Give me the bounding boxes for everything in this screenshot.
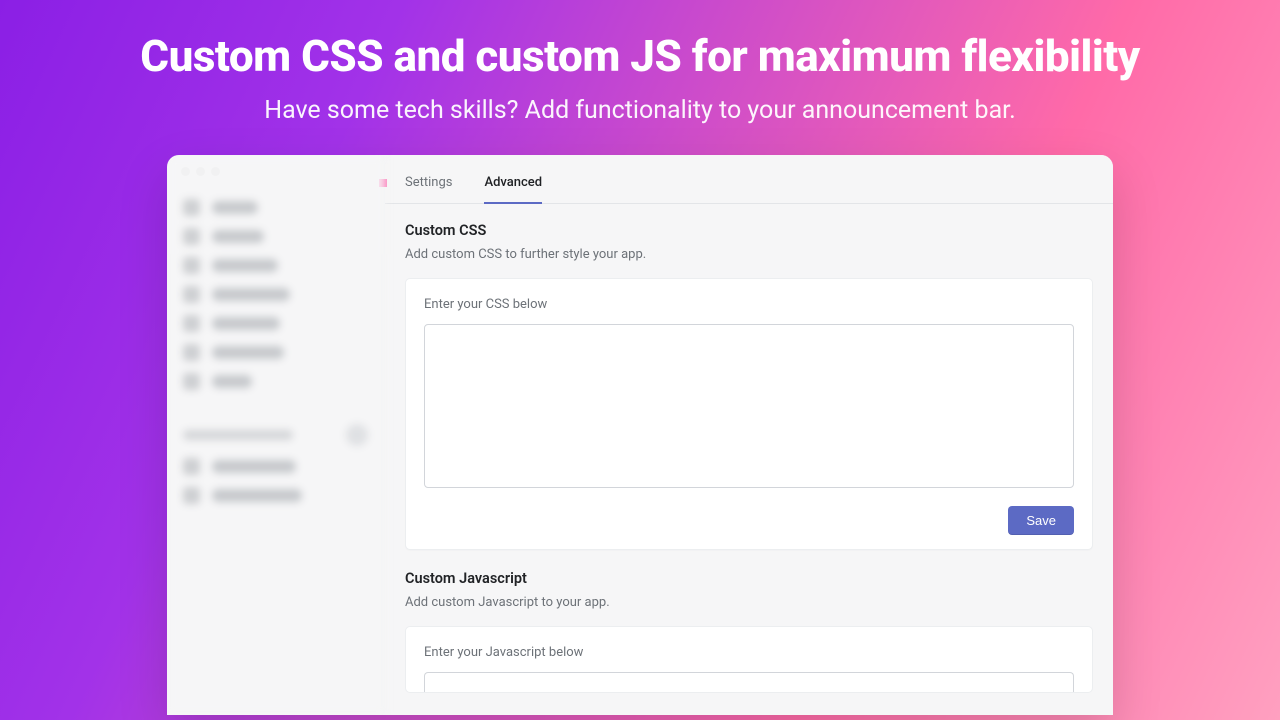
app-window: Settings Advanced Custom CSS Add custom … [167, 155, 1113, 715]
save-button[interactable]: Save [1008, 506, 1074, 535]
sidebar-item[interactable] [167, 309, 384, 338]
nav-icon [183, 228, 200, 245]
nav-icon [183, 344, 200, 361]
sidebar-item-label [212, 201, 258, 214]
css-card: Enter your CSS below Save [405, 278, 1093, 550]
tabs: Settings Advanced [385, 155, 1113, 204]
nav-icon [183, 257, 200, 274]
js-textarea[interactable] [424, 672, 1074, 692]
tab-advanced[interactable]: Advanced [484, 175, 542, 204]
sidebar-item[interactable] [167, 280, 384, 309]
js-card: Enter your Javascript below [405, 626, 1093, 693]
sidebar-item-label [212, 460, 296, 473]
nav-icon [183, 199, 200, 216]
sidebar [167, 155, 385, 715]
sidebar-section-label [183, 430, 293, 440]
sidebar-item-label [212, 489, 302, 502]
sidebar-item-label [212, 317, 280, 330]
sidebar-item-label [212, 346, 284, 359]
sidebar-item[interactable] [167, 222, 384, 251]
sidebar-item-label [212, 230, 264, 243]
nav-icon [183, 487, 200, 504]
custom-css-section: Custom CSS Add custom CSS to further sty… [385, 204, 1113, 550]
js-input-label: Enter your Javascript below [424, 645, 1074, 660]
sidebar-section-header [167, 418, 384, 452]
css-input-label: Enter your CSS below [424, 297, 1074, 312]
nav-icon [183, 373, 200, 390]
sidebar-item[interactable] [167, 251, 384, 280]
hero-subtitle: Have some tech skills? Add functionality… [264, 96, 1016, 125]
section-title: Custom Javascript [405, 570, 1093, 587]
sidebar-item[interactable] [167, 367, 384, 396]
hero-title: Custom CSS and custom JS for maximum fle… [140, 30, 1140, 82]
section-desc: Add custom Javascript to your app. [405, 595, 1093, 610]
section-title: Custom CSS [405, 222, 1093, 239]
sidebar-item-label [212, 259, 278, 272]
custom-js-section: Custom Javascript Add custom Javascript … [385, 550, 1113, 693]
nav-icon [183, 286, 200, 303]
section-desc: Add custom CSS to further style your app… [405, 247, 1093, 262]
css-textarea[interactable] [424, 324, 1074, 488]
tab-settings[interactable]: Settings [405, 175, 452, 203]
nav-icon [183, 315, 200, 332]
sidebar-item[interactable] [167, 193, 384, 222]
main-panel: Settings Advanced Custom CSS Add custom … [385, 155, 1113, 715]
sidebar-item-label [212, 375, 252, 388]
sidebar-item-label [212, 288, 290, 301]
sidebar-item[interactable] [167, 338, 384, 367]
nav-icon [183, 458, 200, 475]
add-icon[interactable] [346, 424, 368, 446]
sidebar-item[interactable] [167, 452, 384, 481]
sidebar-item[interactable] [167, 481, 384, 510]
